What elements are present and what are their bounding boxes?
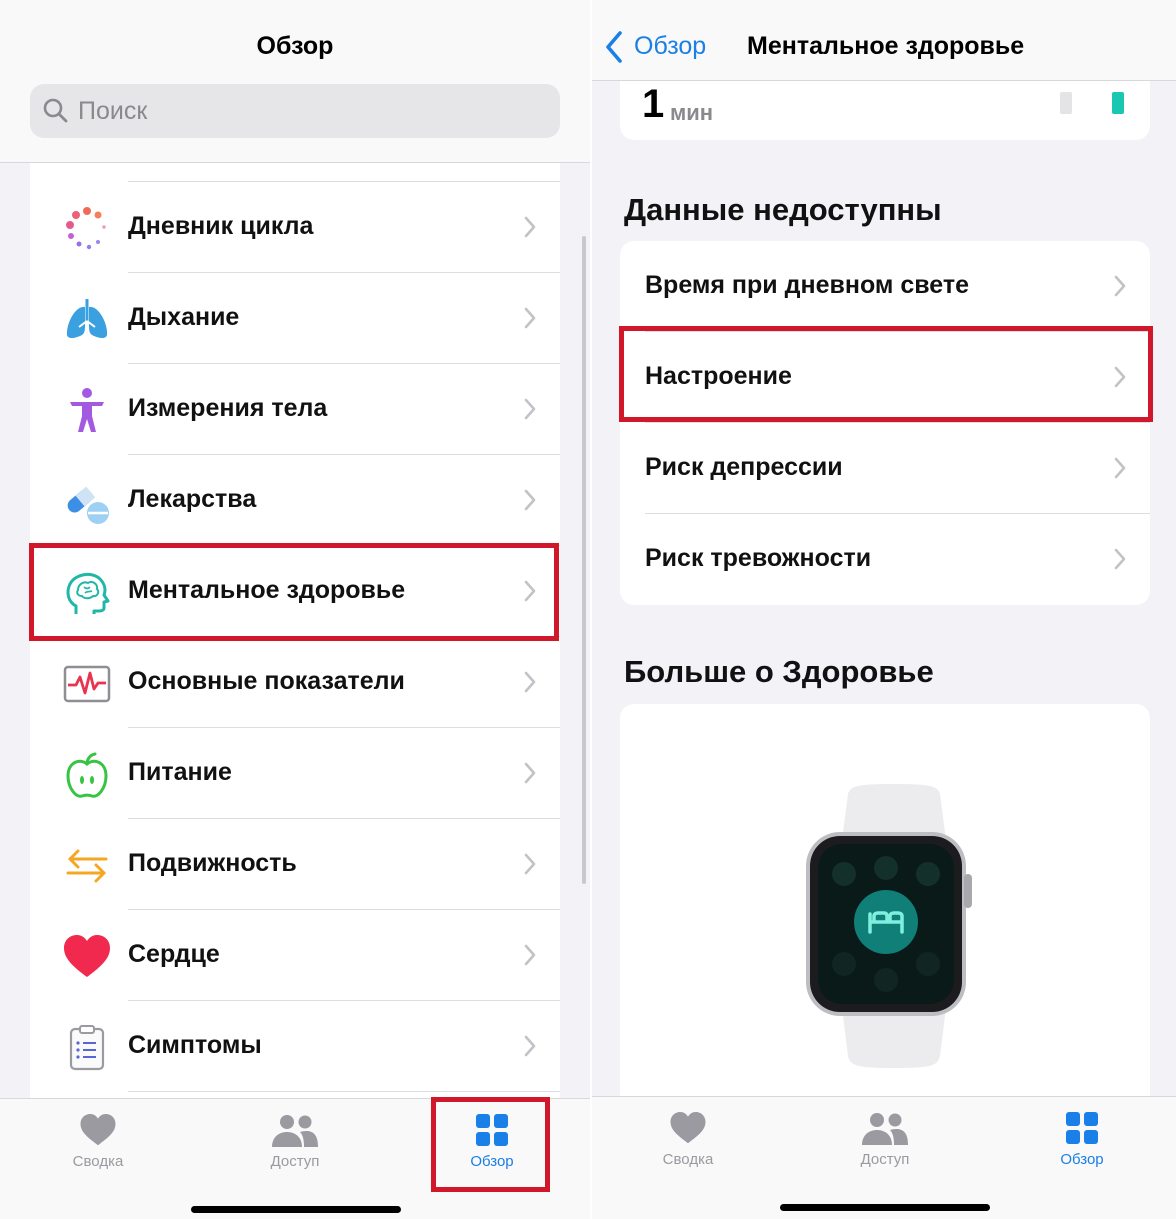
medications-icon — [67, 486, 109, 524]
tab-summary[interactable]: Сводка — [633, 1105, 743, 1180]
tab-sharing[interactable]: Доступ — [240, 1107, 350, 1182]
category-label: Дыхание — [128, 303, 240, 331]
list-item-label: Риск тревожности — [645, 544, 872, 572]
people-icon — [272, 1115, 318, 1147]
home-indicator[interactable] — [780, 1204, 990, 1211]
heart-icon — [670, 1112, 706, 1144]
search-input[interactable]: Поиск — [30, 84, 560, 138]
highlight-frame — [619, 326, 1153, 422]
category-item-heart[interactable]: Сердце — [30, 910, 560, 1001]
list-item-depression-risk[interactable]: Риск депрессии — [620, 423, 1150, 514]
chevron-right-icon — [524, 853, 536, 875]
chevron-right-icon — [524, 489, 536, 511]
chevron-right-icon — [524, 671, 536, 693]
category-item-body-measurements[interactable]: Измерения тела — [30, 364, 560, 455]
mobility-arrows-icon — [66, 849, 108, 883]
category-label: Питание — [128, 758, 232, 786]
tab-label: Сводка — [662, 1151, 714, 1168]
search-icon — [43, 98, 68, 123]
category-label: Симптомы — [128, 1031, 262, 1059]
category-item-medications[interactable]: Лекарства — [30, 455, 560, 546]
more-card[interactable] — [620, 704, 1150, 1124]
nutrition-apple-icon — [66, 752, 108, 798]
tab-label: Доступ — [270, 1153, 320, 1170]
highlight-frame — [431, 1097, 550, 1192]
nav-bar: Обзор Ментальное здоровье — [592, 0, 1176, 81]
home-indicator[interactable] — [191, 1206, 401, 1213]
category-item-nutrition[interactable]: Питание — [30, 728, 560, 819]
body-measurements-icon — [70, 388, 104, 432]
symptoms-clipboard-icon — [69, 1025, 105, 1071]
category-label: Дневник цикла — [128, 212, 314, 240]
list-item-daylight[interactable]: Время при дневном свете — [620, 241, 1150, 332]
browse-screen: Обзор Поиск Дневник цикла Дыхание Измере… — [0, 0, 590, 1219]
chevron-right-icon — [524, 216, 536, 238]
category-label: Лекарства — [128, 485, 257, 513]
category-item-cycle-tracking[interactable]: Дневник цикла — [30, 182, 560, 273]
heart-icon — [80, 1114, 116, 1146]
tab-bar: Сводка Доступ Обзор — [592, 1096, 1176, 1219]
chevron-left-icon[interactable] — [604, 30, 624, 64]
unavailable-list: Время при дневном свете Настроение Риск … — [620, 241, 1150, 605]
category-label: Измерения тела — [128, 394, 328, 422]
search-placeholder: Поиск — [78, 97, 148, 125]
chevron-right-icon — [524, 762, 536, 784]
tab-label: Доступ — [860, 1151, 910, 1168]
chevron-right-icon — [1114, 548, 1126, 570]
people-icon — [862, 1113, 908, 1145]
highlight-frame — [29, 543, 559, 641]
chevron-right-icon — [524, 1035, 536, 1057]
browse-header: Обзор Поиск — [0, 0, 590, 163]
tab-label: Сводка — [72, 1153, 124, 1170]
list-item-label: Риск депрессии — [645, 453, 843, 481]
section-title-more: Больше о Здоровье — [624, 654, 934, 689]
apple-watch-sleep-icon — [806, 784, 972, 1068]
back-button[interactable]: Обзор — [634, 32, 706, 61]
category-item-respiratory[interactable]: Дыхание — [30, 273, 560, 364]
page-title: Ментальное здоровье — [747, 32, 1025, 60]
category-label: Основные показатели — [128, 667, 405, 695]
section-title-unavailable: Данные недоступны — [624, 192, 942, 227]
chevron-right-icon — [524, 307, 536, 329]
category-item-symptoms[interactable]: Симптомы — [30, 1001, 560, 1092]
chevron-right-icon — [524, 944, 536, 966]
chart-bar — [1060, 92, 1072, 114]
vitals-icon — [63, 665, 111, 703]
chevron-right-icon — [1114, 457, 1126, 479]
category-label: Подвижность — [128, 849, 297, 877]
list-item-label: Время при дневном свете — [645, 271, 969, 299]
tab-sharing[interactable]: Доступ — [830, 1105, 940, 1180]
tab-summary[interactable]: Сводка — [43, 1107, 153, 1182]
category-item-vitals[interactable]: Основные показатели — [30, 637, 560, 728]
chevron-right-icon — [524, 398, 536, 420]
list-item-anxiety-risk[interactable]: Риск тревожности — [620, 514, 1150, 605]
category-label: Сердце — [128, 940, 220, 968]
category-item-mobility[interactable]: Подвижность — [30, 819, 560, 910]
tab-label: Обзор — [1060, 1151, 1104, 1168]
cycle-tracking-icon — [66, 207, 106, 250]
stat-unit: мин — [670, 100, 714, 125]
lungs-icon — [66, 299, 108, 338]
stat-value: 1 — [642, 82, 665, 126]
tab-browse[interactable]: Обзор — [1027, 1105, 1137, 1180]
chart-bar — [1112, 92, 1124, 114]
heart-icon — [64, 935, 110, 977]
scrollbar[interactable] — [582, 236, 586, 884]
divider — [128, 1091, 560, 1092]
page-title: Обзор — [256, 32, 334, 60]
chevron-right-icon — [1114, 275, 1126, 297]
grid-icon — [1066, 1112, 1098, 1144]
mental-health-screen: 1 мин Обзор Ментальное здоровье Данные н… — [592, 0, 1176, 1219]
